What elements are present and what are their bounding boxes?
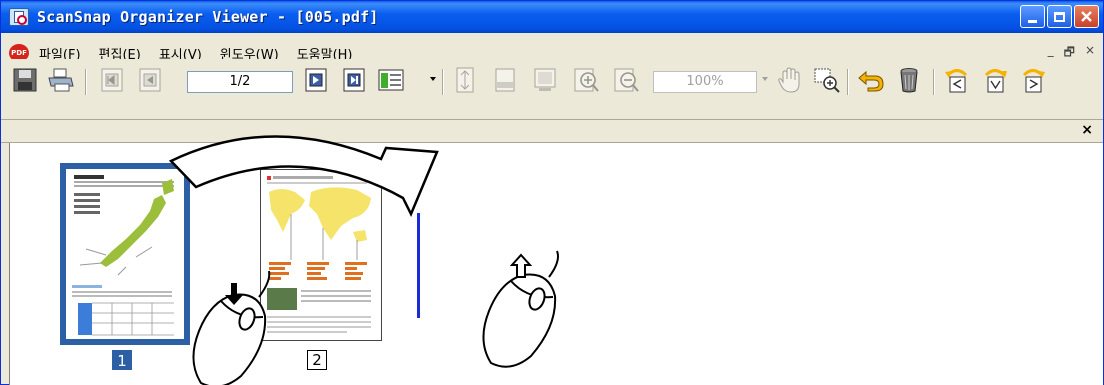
zoom-area-icon (814, 68, 840, 93)
fit-height-button[interactable] (449, 65, 481, 95)
first-page-button[interactable] (97, 65, 129, 95)
zoom-area-button[interactable] (811, 65, 843, 95)
rotate-left-button[interactable] (941, 65, 973, 95)
app-window: ScanSnap Organizer Viewer - [005.pdf] PD… (0, 0, 1104, 385)
prev-page-button[interactable] (135, 65, 167, 95)
toolbar: 1/2 100% (1, 59, 1103, 101)
close-icon (1081, 11, 1092, 22)
delete-button[interactable] (893, 65, 925, 95)
last-page-icon (343, 68, 365, 92)
rotate-right-button[interactable] (1017, 65, 1049, 95)
view-mode-dropdown[interactable] (430, 77, 436, 81)
next-page-icon (305, 68, 327, 92)
zoom-out-button[interactable] (611, 65, 643, 95)
rotate-left-icon (945, 69, 968, 93)
app-icon (9, 8, 29, 26)
page-preview-1 (66, 169, 184, 339)
fit-width-button[interactable] (489, 65, 521, 95)
window-title: ScanSnap Organizer Viewer - [005.pdf] (37, 8, 379, 26)
close-button[interactable] (1074, 5, 1099, 28)
rotate-right-icon (1022, 69, 1045, 93)
print-button[interactable] (45, 65, 77, 95)
fit-page-icon (534, 68, 556, 91)
zoom-out-icon (614, 68, 639, 92)
view-mode-icon (378, 69, 404, 91)
thumbnail-panel[interactable]: 1 2 (9, 143, 1103, 385)
thumbnail-panel-header: × (1, 119, 1103, 143)
rotate-180-icon (984, 69, 1007, 93)
save-button[interactable] (9, 65, 41, 95)
drop-position-indicator (417, 213, 420, 318)
zoom-in-icon (574, 68, 599, 92)
last-page-button[interactable] (339, 65, 371, 95)
page-preview-1-content (72, 175, 174, 336)
fit-height-icon (456, 67, 474, 93)
hand-tool-icon (778, 67, 800, 93)
page-preview-2-content (267, 176, 371, 333)
minimize-button[interactable] (1020, 5, 1045, 28)
minimize-icon (1028, 19, 1037, 23)
page-thumbnail-1[interactable] (60, 163, 190, 345)
panel-close-button[interactable]: × (1081, 122, 1093, 138)
zoom-in-button[interactable] (571, 65, 603, 95)
view-mode-button[interactable] (375, 65, 407, 95)
undo-icon (858, 70, 884, 92)
prev-page-icon (139, 68, 161, 92)
first-page-icon (101, 68, 123, 92)
hand-tool-button[interactable] (773, 65, 805, 95)
maximize-button[interactable] (1047, 5, 1072, 28)
rotate-180-button[interactable] (979, 65, 1011, 95)
page-thumbnail-2[interactable] (260, 169, 382, 341)
fit-page-button[interactable] (529, 65, 561, 95)
delete-icon (900, 68, 918, 93)
maximize-icon (1054, 11, 1065, 22)
zoom-level-field[interactable]: 100% (653, 71, 757, 93)
fit-width-icon (495, 68, 515, 92)
thumbnail-label-2: 2 (307, 350, 327, 370)
save-icon (13, 68, 37, 92)
title-bar[interactable]: ScanSnap Organizer Viewer - [005.pdf] (1, 1, 1103, 33)
thumbnail-label-1: 1 (112, 350, 132, 370)
print-icon (48, 68, 74, 92)
next-page-button[interactable] (301, 65, 333, 95)
undo-button[interactable] (855, 65, 887, 95)
zoom-dropdown[interactable] (762, 77, 768, 81)
page-number-field[interactable]: 1/2 (187, 71, 293, 93)
